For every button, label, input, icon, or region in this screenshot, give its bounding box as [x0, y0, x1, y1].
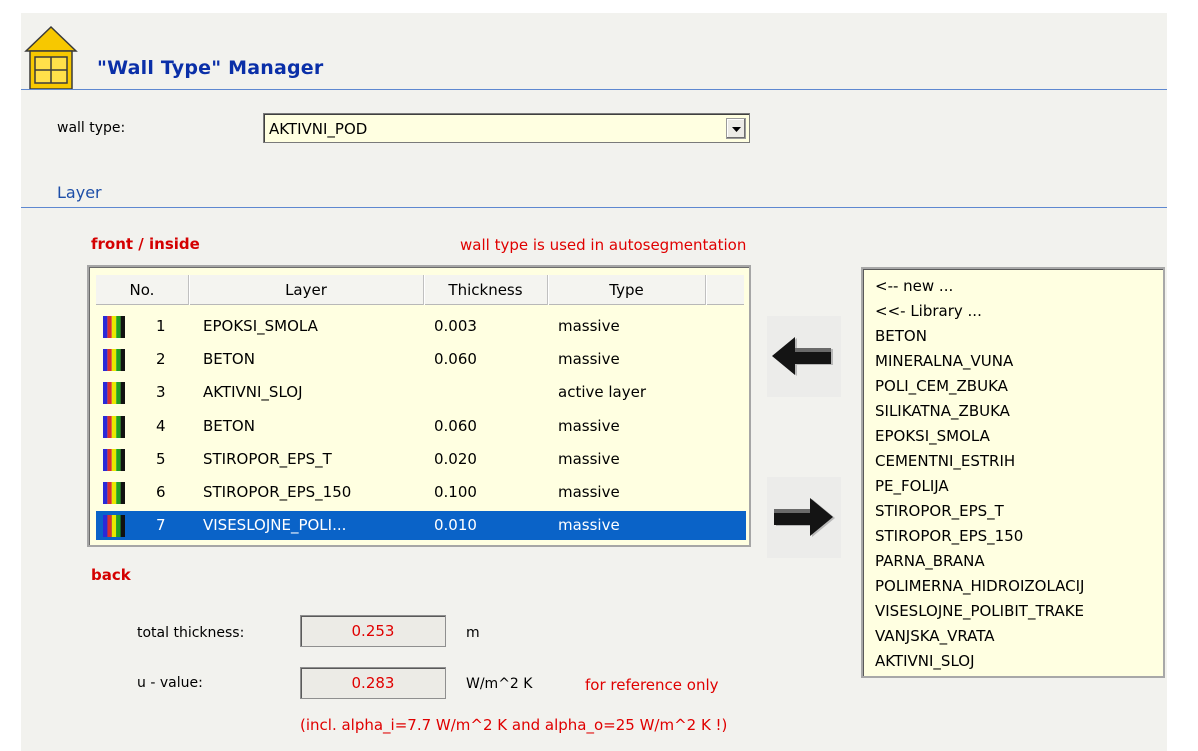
- table-header: No. Layer Thickness Type: [96, 275, 744, 305]
- column-header-type[interactable]: Type: [548, 275, 706, 305]
- table-row[interactable]: 4 BETON 0.060 massive: [96, 412, 746, 441]
- library-item[interactable]: STIROPOR_EPS_150: [875, 524, 1023, 549]
- library-item[interactable]: STIROPOR_EPS_T: [875, 499, 1004, 524]
- wall-type-select[interactable]: AKTIVNI_POD: [263, 113, 750, 143]
- library-item[interactable]: CEMENTNI_ESTRIH: [875, 449, 1015, 474]
- arrow-left-icon: [772, 337, 833, 376]
- row-type: massive: [558, 350, 620, 369]
- chevron-down-icon: [732, 127, 741, 132]
- row-number: 3: [156, 383, 166, 402]
- row-thickness: 0.060: [434, 416, 477, 435]
- row-thickness: 0.020: [434, 449, 477, 468]
- row-number: 1: [156, 317, 166, 335]
- autosegmentation-note: wall type is used in autosegmentation: [460, 236, 747, 254]
- row-layer: EPOKSI_SMOLA: [203, 317, 318, 335]
- alpha-note: (incl. alpha_i=7.7 W/m^2 K and alpha_o=2…: [300, 716, 728, 734]
- row-thickness: 0.010: [434, 516, 477, 535]
- row-type: massive: [558, 449, 620, 468]
- library-item[interactable]: PE_FOLIJA: [875, 474, 949, 499]
- front-inside-label: front / inside: [91, 235, 200, 253]
- column-header-thickness[interactable]: Thickness: [424, 275, 548, 305]
- row-layer: VISESLOJNE_POLI...: [203, 516, 347, 535]
- row-thickness: 0.060: [434, 350, 477, 369]
- library-item[interactable]: POLIMERNA_HIDROIZOLACIJ: [875, 574, 1084, 599]
- library-item[interactable]: VANJSKA_VRATA: [875, 624, 995, 649]
- reference-note: for reference only: [585, 676, 719, 694]
- total-thickness-label: total thickness:: [137, 625, 245, 641]
- row-type: massive: [558, 483, 620, 501]
- remove-layer-button[interactable]: [767, 477, 841, 558]
- table-row[interactable]: 1 EPOKSI_SMOLA 0.003 massive: [96, 312, 746, 341]
- table-row[interactable]: 7 VISESLOJNE_POLI... 0.010 massive: [96, 511, 746, 541]
- layers-table[interactable]: No. Layer Thickness Type 1 EPOKSI_SMOLA 0.…: [87, 265, 751, 547]
- row-thickness: 0.003: [434, 317, 477, 335]
- house-icon: [24, 25, 78, 90]
- library-item[interactable]: VISESLOJNE_POLIBIT_TRAKE: [875, 599, 1084, 624]
- row-layer: STIROPOR_EPS_T: [203, 449, 332, 468]
- row-type: active layer: [558, 383, 646, 402]
- u-value-label: u - value:: [137, 675, 203, 691]
- row-number: 6: [156, 483, 166, 501]
- material-color-swatch: [103, 415, 125, 438]
- library-item[interactable]: AKTIVNI_SLOJ: [875, 649, 975, 674]
- wall-type-value: AKTIVNI_POD: [269, 120, 368, 138]
- material-color-swatch: [103, 316, 125, 338]
- add-layer-button[interactable]: [767, 316, 841, 397]
- arrow-right-icon: [774, 498, 835, 537]
- row-type: massive: [558, 416, 620, 435]
- library-item[interactable]: BETON: [875, 324, 927, 349]
- material-color-swatch: [103, 482, 125, 504]
- wall-type-label: wall type:: [57, 120, 126, 136]
- table-row[interactable]: 3 AKTIVNI_SLOJ active layer: [96, 378, 746, 407]
- material-color-swatch: [103, 448, 125, 471]
- row-layer: STIROPOR_EPS_150: [203, 483, 352, 501]
- row-type: massive: [558, 317, 620, 335]
- header-divider: [21, 89, 1167, 90]
- total-thickness-value: 0.253: [300, 615, 446, 647]
- library-item[interactable]: <<- Library ...: [875, 299, 982, 324]
- material-color-swatch: [103, 515, 125, 538]
- library-item[interactable]: PARNA_BRANA: [875, 549, 985, 574]
- table-row[interactable]: 2 BETON 0.060 massive: [96, 345, 746, 374]
- layer-section-label: Layer: [57, 183, 102, 202]
- library-list[interactable]: <-- new ... <<- Library ... BETON MINERALNA…: [861, 267, 1165, 678]
- row-type: massive: [558, 516, 620, 535]
- row-number: 5: [156, 449, 166, 468]
- row-thickness: 0.100: [434, 483, 477, 501]
- dropdown-button[interactable]: [726, 118, 746, 139]
- material-color-swatch: [103, 349, 125, 372]
- u-value-value: 0.283: [300, 667, 446, 699]
- row-number: 2: [156, 350, 166, 369]
- layer-section-divider: [21, 207, 1167, 208]
- total-thickness-unit: m: [466, 625, 480, 641]
- material-color-swatch: [103, 382, 125, 405]
- column-header-layer[interactable]: Layer: [189, 275, 424, 305]
- row-layer: AKTIVNI_SLOJ: [203, 383, 303, 402]
- back-label: back: [91, 566, 131, 584]
- library-item[interactable]: MINERALNA_VUNA: [875, 349, 1013, 374]
- page-title: "Wall Type" Manager: [97, 57, 324, 79]
- table-row[interactable]: 6 STIROPOR_EPS_150 0.100 massive: [96, 478, 746, 507]
- row-layer: BETON: [203, 350, 255, 369]
- table-row[interactable]: 5 STIROPOR_EPS_T 0.020 massive: [96, 445, 746, 474]
- u-value-unit: W/m^2 K: [466, 676, 533, 692]
- library-item[interactable]: POLI_CEM_ZBUKA: [875, 374, 1008, 399]
- library-item[interactable]: EPOKSI_SMOLA: [875, 424, 990, 449]
- column-header-no[interactable]: No.: [96, 275, 189, 305]
- library-item[interactable]: <-- new ...: [875, 274, 953, 299]
- row-layer: BETON: [203, 416, 255, 435]
- row-number: 4: [156, 416, 166, 435]
- row-number: 7: [156, 516, 166, 535]
- library-item[interactable]: SILIKATNA_ZBUKA: [875, 399, 1010, 424]
